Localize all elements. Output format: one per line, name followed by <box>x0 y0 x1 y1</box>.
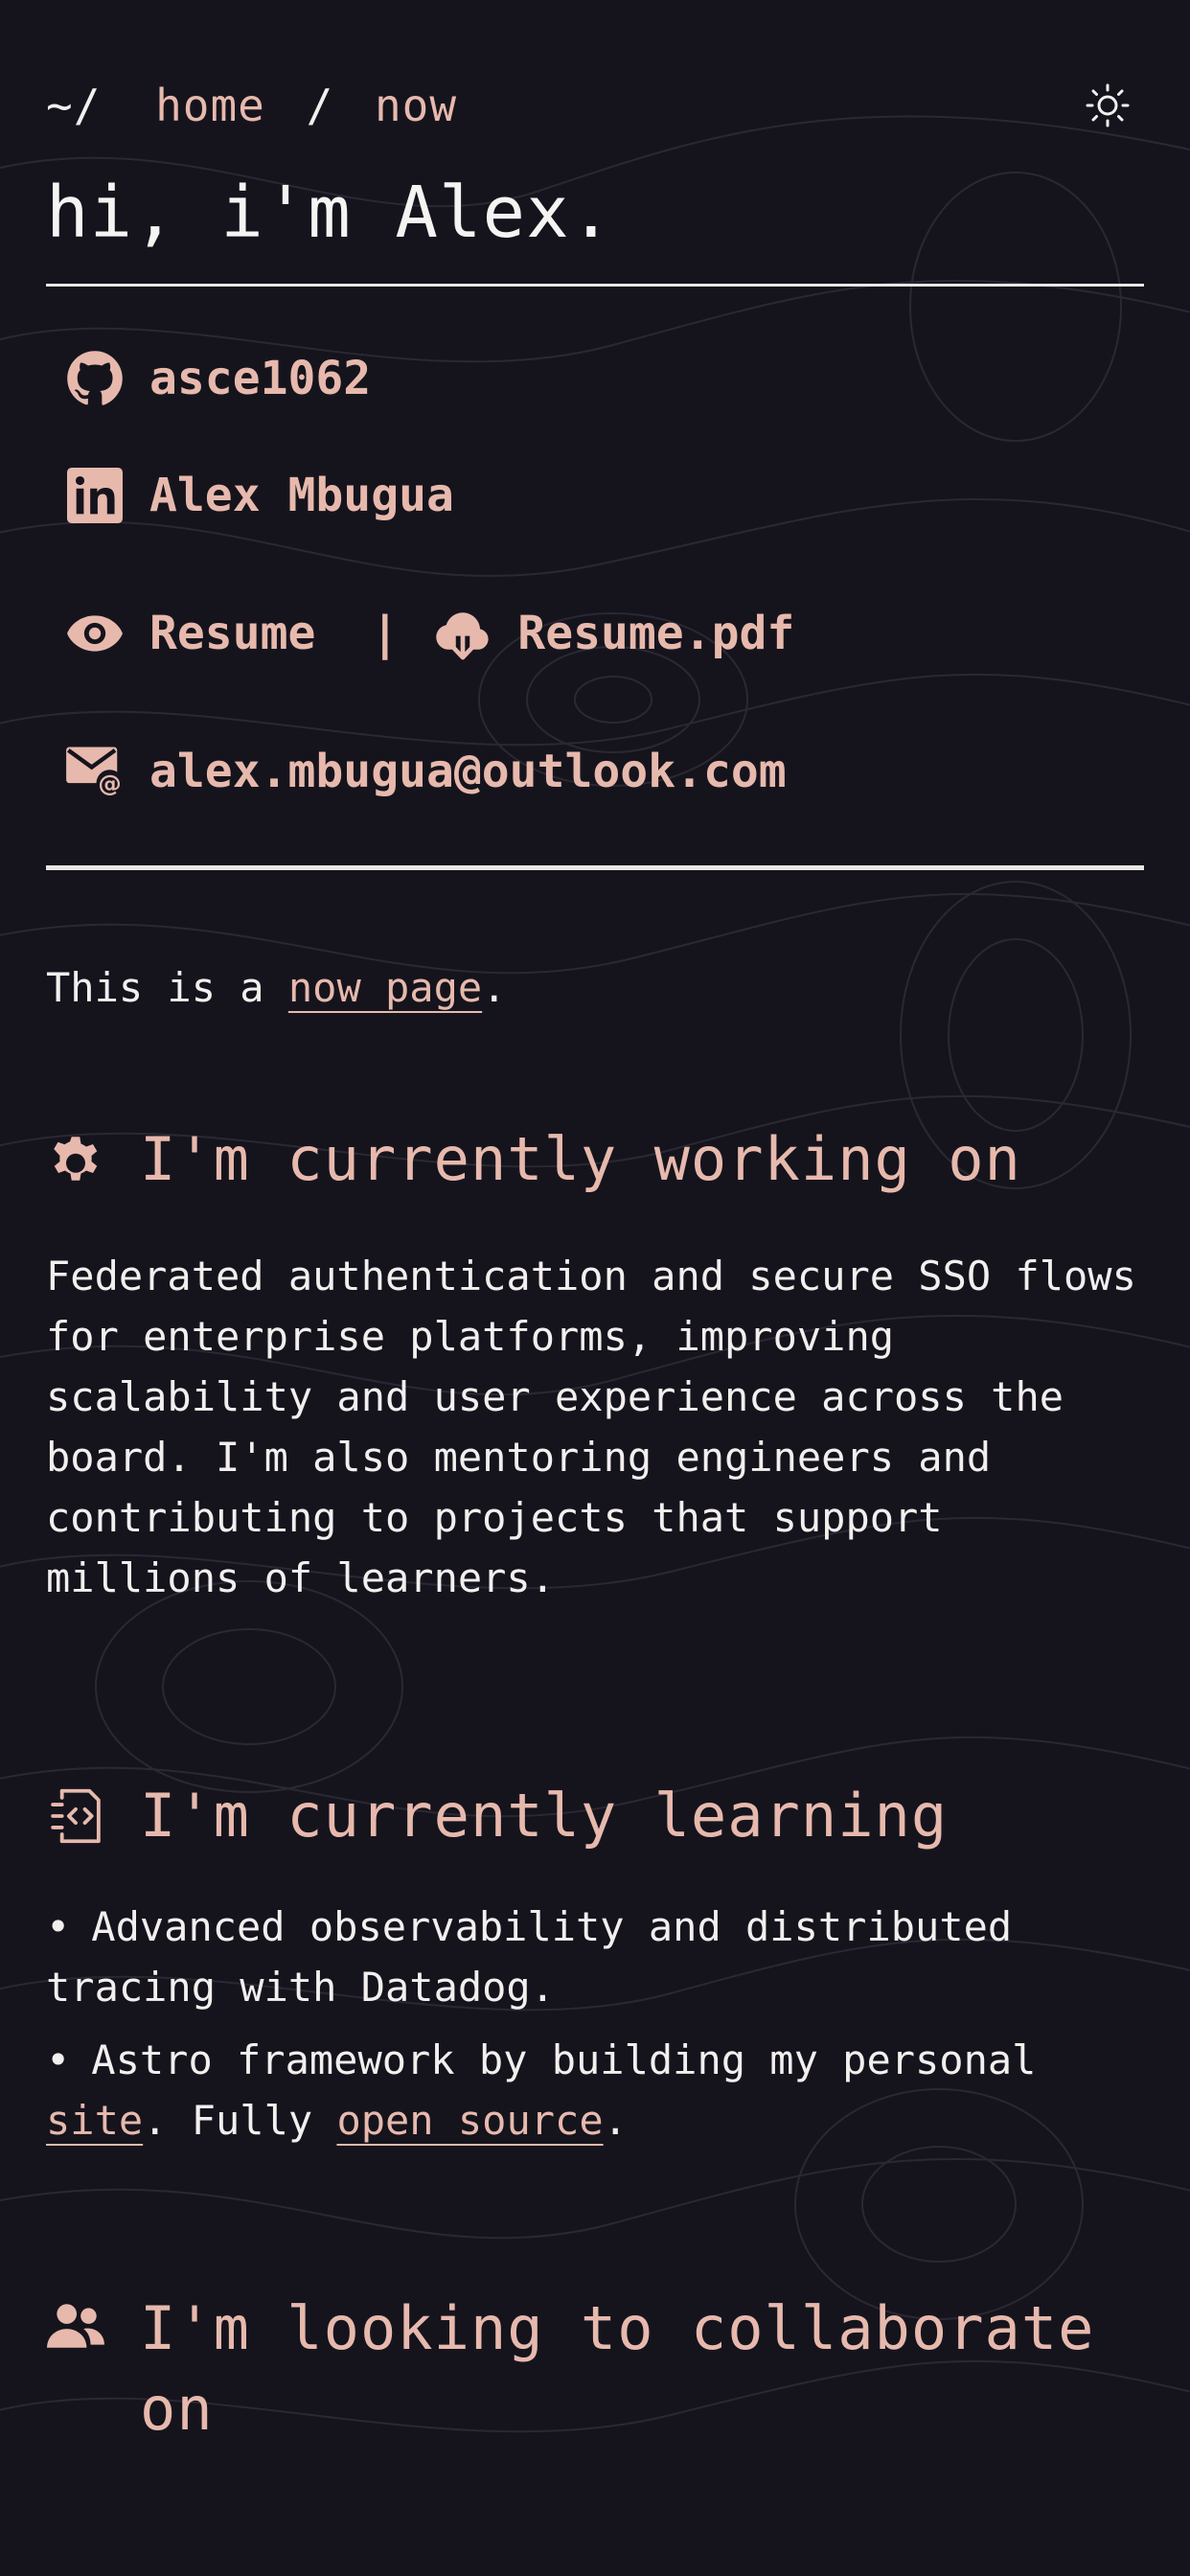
collaborate-heading: I'm looking to collaborate on <box>46 2288 1144 2450</box>
learning-title: I'm currently learning <box>140 1781 949 1851</box>
breadcrumb-separator: / <box>306 80 334 131</box>
resume-link[interactable]: Resume <box>149 607 315 660</box>
learning-item-1: Advanced observability and distributed t… <box>46 1903 1013 2011</box>
learning-item-2-before: Astro framework by building my personal <box>91 2036 1037 2083</box>
mail-icon: @ <box>65 742 125 801</box>
page-title: hi, i'm Alex. <box>46 172 614 254</box>
site-link[interactable]: site <box>46 2097 143 2144</box>
linkedin-link[interactable]: Alex Mbugua <box>65 426 1144 564</box>
now-page-link[interactable]: now page <box>288 964 482 1011</box>
sun-icon <box>1086 83 1130 127</box>
resume-pdf-link[interactable]: Resume.pdf <box>517 607 794 660</box>
breadcrumb: ~/ home / now <box>46 80 457 131</box>
list-bullet: • <box>46 2036 71 2083</box>
resume-divider: | <box>371 607 400 660</box>
list-item: • Astro framework by building my personal… <box>46 2030 1144 2150</box>
github-link[interactable]: asce1062 <box>65 331 1144 426</box>
users-icon <box>46 2296 105 2356</box>
learning-heading: I'm currently learning <box>46 1781 1144 1851</box>
gear-icon <box>46 1130 105 1189</box>
breadcrumb-prefix: ~/ <box>46 80 102 131</box>
eye-icon <box>65 604 125 663</box>
links-divider <box>46 865 1144 870</box>
open-source-link[interactable]: open source <box>336 2097 603 2144</box>
learning-item-2-middle: . Fully <box>143 2097 337 2144</box>
breadcrumb-home-link[interactable]: home <box>155 80 265 131</box>
intro-after: . <box>482 964 507 1011</box>
contact-links: asce1062 Alex Mbugua Resume | Resume.pdf… <box>46 287 1144 865</box>
learning-item-2-after: . <box>603 2097 628 2144</box>
collaborate-title: I'm looking to collaborate on <box>140 2293 1095 2444</box>
cloud-download-icon <box>433 604 492 663</box>
intro-before: This is a <box>46 964 288 1011</box>
email-label: alex.mbugua@outlook.com <box>149 745 787 798</box>
email-link[interactable]: @ alex.mbugua@outlook.com <box>65 702 1144 840</box>
learning-list: • Advanced observability and distributed … <box>46 1897 1144 2150</box>
svg-text:@: @ <box>98 770 121 797</box>
code-file-icon <box>46 1786 105 1846</box>
resume-row: Resume | Resume.pdf <box>65 564 1144 702</box>
page-content: ~/ home / now hi, i'm Alex. asce1062 Ale… <box>0 0 1190 2450</box>
theme-toggle-button[interactable] <box>1081 79 1134 132</box>
working-on-text: Federated authentication and secure SSO … <box>46 1253 1136 1601</box>
linkedin-label: Alex Mbugua <box>149 469 454 522</box>
working-on-title: I'm currently working on <box>140 1124 1021 1194</box>
top-bar: ~/ home / now <box>46 0 1144 148</box>
github-label: asce1062 <box>149 352 372 405</box>
breadcrumb-current-link[interactable]: now <box>375 80 457 131</box>
linkedin-icon <box>65 466 125 525</box>
list-bullet: • <box>46 1903 71 1950</box>
working-on-heading: I'm currently working on <box>46 1124 1144 1194</box>
github-icon <box>65 349 125 408</box>
intro-text: This is a now page. <box>46 964 1144 1011</box>
list-item: • Advanced observability and distributed … <box>46 1897 1144 2017</box>
